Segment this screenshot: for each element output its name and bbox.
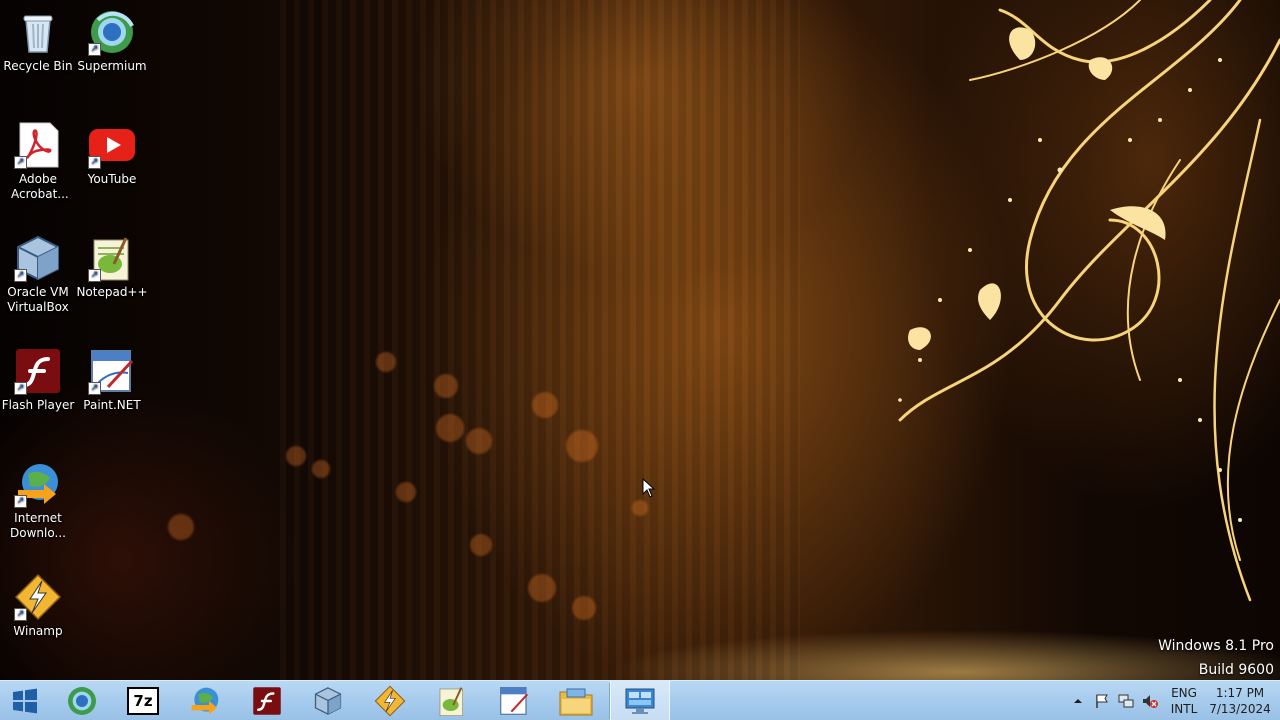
desktop-icon-internet-download-manager[interactable]: ↗ Internet Downlo... <box>0 460 76 541</box>
windows-version-watermark: Windows 8.1 Pro Build 9600 <box>1158 634 1274 680</box>
mouse-pointer-icon <box>642 478 656 498</box>
desktop-icon-label: YouTube <box>87 172 137 186</box>
desktop-icon-flash-player[interactable]: ↗ Flash Player <box>0 347 76 413</box>
paint-net-icon <box>500 687 529 715</box>
7zip-icon-text: 7z <box>133 692 153 710</box>
network-icon[interactable] <box>1118 693 1134 709</box>
desktop-icon-youtube[interactable]: ↗ YouTube <box>74 121 150 187</box>
clock-date: 7/13/2024 <box>1209 702 1271 716</box>
virtualbox-icon: ↗ <box>14 234 62 282</box>
clock-time: 1:17 PM <box>1215 686 1265 700</box>
desktop-icon-adobe-acrobat[interactable]: ↗ Adobe Acrobat... <box>0 121 76 202</box>
bokeh-dot <box>566 430 598 462</box>
bokeh-dot <box>470 534 492 556</box>
bokeh-dot <box>436 414 464 442</box>
taskbar-virtualbox[interactable] <box>298 681 358 720</box>
desktop-icon-label: Internet Downlo... <box>10 511 66 540</box>
bokeh-dot <box>532 392 558 418</box>
supermium-browser-icon: ↗ <box>88 8 136 56</box>
internet-download-manager-icon: ↗ <box>14 460 62 508</box>
volume-muted-icon[interactable] <box>1142 693 1158 709</box>
taskbar-internet-download-manager[interactable] <box>175 681 235 720</box>
taskbar-paint-net[interactable] <box>484 681 544 720</box>
paint-net-icon: ↗ <box>88 347 136 395</box>
desktop-icon-label: Oracle VM VirtualBox <box>7 285 69 314</box>
notepad-plus-plus-icon <box>439 687 463 716</box>
shortcut-arrow-icon: ↗ <box>88 43 101 56</box>
desktop-icon-recycle-bin[interactable]: Recycle Bin <box>0 8 76 74</box>
bokeh-dot <box>466 428 492 454</box>
taskbar-supermium[interactable] <box>52 681 112 720</box>
shortcut-arrow-icon: ↗ <box>14 608 27 621</box>
notepad-plus-plus-icon: ↗ <box>88 234 136 282</box>
internet-download-manager-icon <box>191 687 219 715</box>
action-center-flag-icon[interactable] <box>1094 693 1110 709</box>
bokeh-dot <box>572 596 596 620</box>
remote-desktop-icon <box>625 688 655 714</box>
shortcut-arrow-icon: ↗ <box>14 156 27 169</box>
bokeh-dot <box>376 352 396 372</box>
bokeh-dot <box>286 446 306 466</box>
desktop-icon-paint-net[interactable]: ↗ Paint.NET <box>74 347 150 413</box>
start-button[interactable] <box>0 681 50 720</box>
bokeh-dot <box>528 574 556 602</box>
file-explorer-icon <box>559 688 593 716</box>
winamp-icon: ↗ <box>14 573 62 621</box>
bokeh-dot <box>632 500 648 516</box>
desktop-icon-notepad-plus-plus[interactable]: ↗ Notepad++ <box>74 234 150 300</box>
windows-start-icon <box>13 688 37 714</box>
watermark-build: Build 9600 <box>1198 662 1274 678</box>
taskbar-winamp[interactable] <box>360 681 420 720</box>
taskbar-remote-desktop[interactable] <box>610 681 670 720</box>
bokeh-dot <box>312 460 330 478</box>
supermium-browser-icon <box>68 687 96 715</box>
clock[interactable]: 1:17 PM 7/13/2024 <box>1204 685 1276 717</box>
shortcut-arrow-icon: ↗ <box>14 269 27 282</box>
taskbar-7zip[interactable]: 7z <box>113 681 173 720</box>
keyboard-layout: INTL <box>1170 702 1198 716</box>
shortcut-arrow-icon: ↗ <box>88 156 101 169</box>
flash-player-icon <box>253 687 281 715</box>
language-indicator[interactable]: ENG INTL <box>1170 685 1198 717</box>
shortcut-arrow-icon: ↗ <box>14 382 27 395</box>
7zip-icon: 7z <box>127 687 159 715</box>
desktop-icon-label: Winamp <box>13 624 63 638</box>
taskbar-flash-player[interactable] <box>237 681 297 720</box>
gold-swirl-ornament <box>898 0 1280 602</box>
youtube-icon: ↗ <box>88 121 136 169</box>
bokeh-dot <box>168 514 194 540</box>
winamp-icon <box>374 685 406 717</box>
flash-player-icon: ↗ <box>14 347 62 395</box>
show-hidden-icons-chevron[interactable] <box>1070 693 1086 709</box>
desktop-wallpaper: Recycle Bin ↗ Supermium ↗ Adobe Acrobat.… <box>0 0 1280 680</box>
desktop-icon-label: Recycle Bin <box>3 59 73 73</box>
shortcut-arrow-icon: ↗ <box>88 269 101 282</box>
virtualbox-icon <box>314 687 342 715</box>
desktop-icon-label: Adobe Acrobat... <box>11 172 69 201</box>
desktop-icon-supermium[interactable]: ↗ Supermium <box>74 8 150 74</box>
shortcut-arrow-icon: ↗ <box>88 382 101 395</box>
shortcut-arrow-icon: ↗ <box>14 495 27 508</box>
desktop-icon-label: Supermium <box>77 59 147 73</box>
adobe-acrobat-icon: ↗ <box>14 121 62 169</box>
language-code: ENG <box>1171 686 1197 700</box>
desktop-icon-label: Flash Player <box>1 398 75 412</box>
taskbar-file-explorer[interactable] <box>546 681 606 720</box>
recycle-bin-icon <box>14 8 62 56</box>
system-tray: ENG INTL 1:17 PM 7/13/2024 <box>1066 681 1280 720</box>
desktop-icon-virtualbox[interactable]: ↗ Oracle VM VirtualBox <box>0 234 76 315</box>
taskbar-notepad-plus-plus[interactable] <box>422 681 482 720</box>
bokeh-dot <box>396 482 416 502</box>
taskbar: 7z ENG INTL 1:17 PM 7/13/2024 <box>0 680 1280 720</box>
desktop-icon-winamp[interactable]: ↗ Winamp <box>0 573 76 639</box>
desktop-icon-label: Paint.NET <box>83 398 141 412</box>
bokeh-dot <box>434 374 458 398</box>
watermark-edition: Windows 8.1 Pro <box>1158 638 1274 654</box>
desktop-icon-label: Notepad++ <box>76 285 148 299</box>
